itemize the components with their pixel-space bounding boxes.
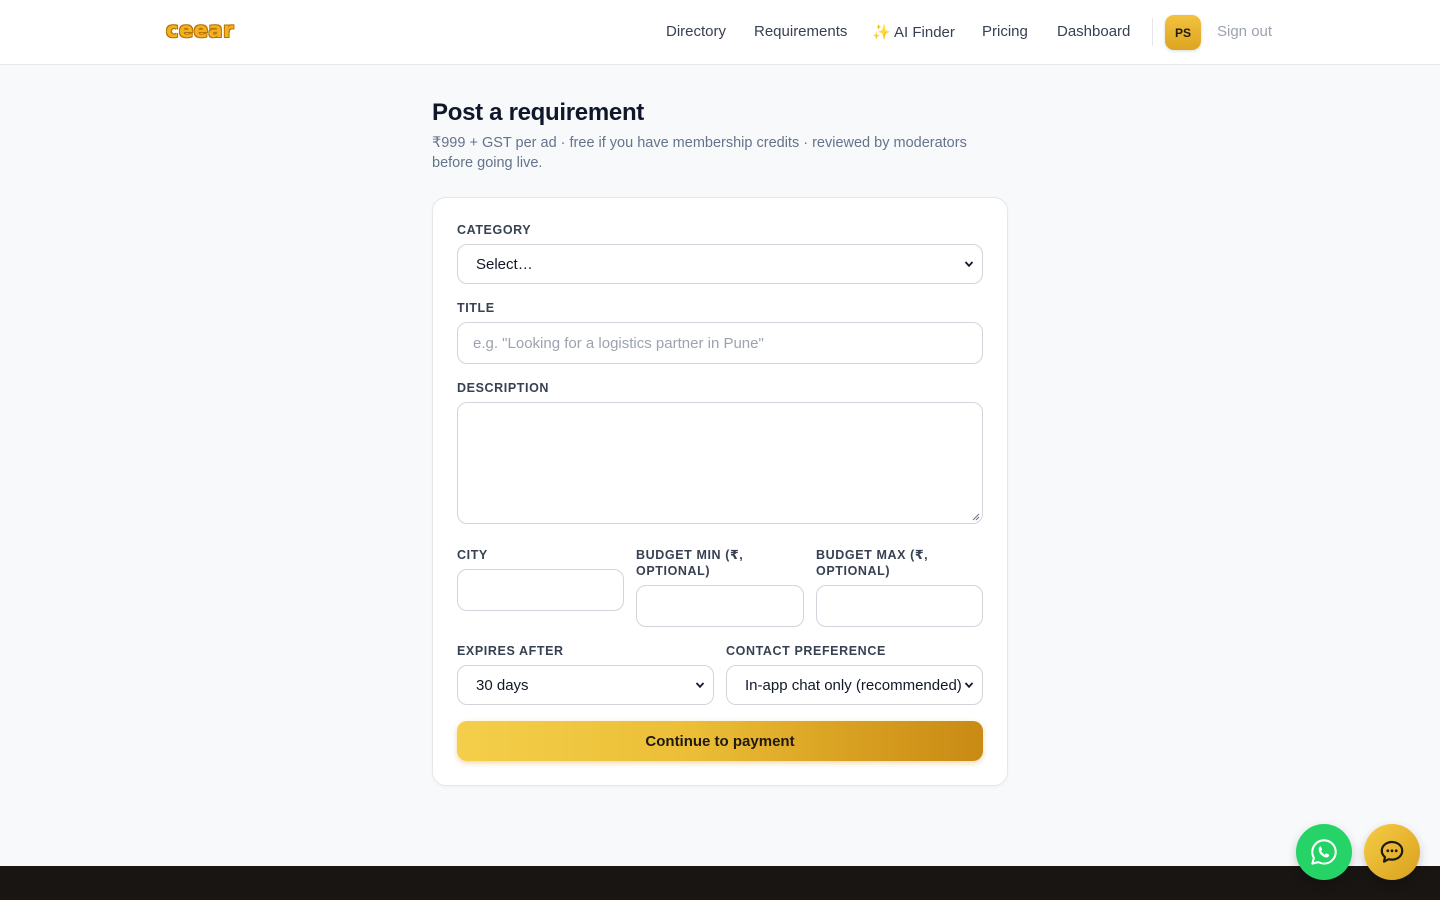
- chevron-down-icon: [964, 682, 974, 689]
- title-label: Title: [457, 301, 495, 315]
- contact-preference-value: In-app chat only (recommended): [745, 676, 962, 694]
- top-header: ceear Directory Requirements ✨ AI Finder…: [0, 0, 1440, 65]
- chat-button[interactable]: [1364, 824, 1420, 880]
- chevron-down-icon: [964, 261, 974, 268]
- budget-max-label: Budget max (₹, optional): [816, 548, 929, 578]
- page-footer: [0, 866, 1440, 900]
- nav-link-pricing[interactable]: Pricing: [982, 23, 1028, 40]
- chat-bubble-icon: [1380, 840, 1404, 863]
- nav-link-ai-finder[interactable]: ✨ AI Finder: [872, 23, 955, 41]
- budget-min-label: Budget min (₹, optional): [636, 548, 744, 578]
- nav-link-requirements[interactable]: Requirements: [754, 23, 847, 40]
- city-label: City: [457, 548, 488, 562]
- category-label: Category: [457, 223, 532, 237]
- expires-after-select[interactable]: 30 days: [457, 665, 714, 705]
- resize-handle-icon[interactable]: [972, 513, 980, 521]
- description-label: Description: [457, 381, 550, 395]
- nav-link-directory[interactable]: Directory: [666, 23, 726, 40]
- title-input[interactable]: e.g. "Looking for a logistics partner in…: [457, 322, 983, 364]
- description-textarea[interactable]: [457, 402, 983, 524]
- contact-preference-select[interactable]: In-app chat only (recommended): [726, 665, 983, 705]
- continue-to-payment-button[interactable]: Continue to payment: [457, 721, 983, 761]
- sign-out-link[interactable]: Sign out: [1217, 23, 1272, 40]
- user-avatar[interactable]: PS: [1165, 15, 1201, 50]
- category-select[interactable]: Select…: [457, 244, 983, 284]
- whatsapp-button[interactable]: [1296, 824, 1352, 880]
- whatsapp-icon: [1311, 839, 1337, 865]
- city-input[interactable]: [457, 569, 624, 611]
- nav-link-dashboard[interactable]: Dashboard: [1057, 23, 1130, 40]
- requirement-form-card: Category Select… Title e.g. "Looking for…: [432, 197, 1008, 786]
- nav-divider: [1152, 18, 1153, 46]
- expires-after-value: 30 days: [476, 676, 529, 694]
- chevron-down-icon: [695, 682, 705, 689]
- budget-min-input[interactable]: [636, 585, 804, 627]
- contact-preference-label: Contact preference: [726, 644, 886, 658]
- category-select-value: Select…: [476, 255, 533, 273]
- title-input-placeholder: e.g. "Looking for a logistics partner in…: [473, 334, 764, 352]
- brand-logo[interactable]: ceear: [166, 18, 234, 42]
- expires-after-label: Expires after: [457, 644, 564, 658]
- page-title: Post a requirement: [432, 99, 644, 126]
- budget-max-input[interactable]: [816, 585, 983, 627]
- page-subtitle: ₹999 + GST per ad · free if you have mem…: [432, 135, 967, 171]
